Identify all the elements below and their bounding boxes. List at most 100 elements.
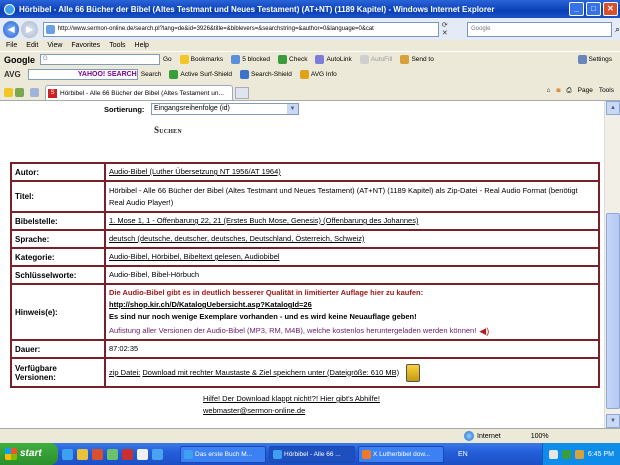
- language-indicator[interactable]: EN: [458, 451, 468, 458]
- row-label: Titel:: [10, 180, 106, 213]
- settings-button[interactable]: Settings: [577, 55, 612, 64]
- versions-value: zip Datei: Download mit rechter Maustast…: [104, 357, 600, 389]
- active-surf-shield[interactable]: Active Surf-Shield: [169, 69, 232, 79]
- all-versions-link[interactable]: Aufistung aller Versionen der Audio-Bibe…: [109, 326, 476, 335]
- zip-archive-icon[interactable]: [406, 363, 421, 382]
- google-search-input[interactable]: G: [40, 54, 160, 65]
- avg-toolbar: AVG YAHOO! SEARCH Search Active Surf-Shi…: [0, 67, 620, 81]
- tray-icon[interactable]: [548, 449, 558, 459]
- bookmarks-label: Bookmarks: [190, 56, 224, 63]
- search-icon[interactable]: ⌕: [615, 24, 620, 35]
- task-lutherbibel[interactable]: X Lutherbibel dow...: [358, 445, 444, 463]
- bible-passage-link[interactable]: 1. Mose 1, 1 - Offenbarung 22, 21 (Erste…: [104, 211, 600, 231]
- autofill-button[interactable]: AutoFill: [359, 55, 393, 64]
- category-link[interactable]: Audio-Bibel, Hörbibel, Bibeltext gelesen…: [104, 247, 600, 267]
- zoom-level[interactable]: 100%: [531, 433, 549, 440]
- avg-logo: AVG: [4, 69, 21, 79]
- menu-edit[interactable]: Edit: [26, 42, 38, 49]
- scroll-up-icon[interactable]: ▲: [606, 101, 620, 115]
- menu-tools[interactable]: Tools: [109, 42, 125, 49]
- media-quicklaunch-icon[interactable]: [92, 448, 103, 460]
- tab-hoerbibel[interactable]: S Hörbibel - Alle 66 Bücher der Bibel (A…: [45, 84, 233, 100]
- check-label: Check: [289, 56, 308, 63]
- zip-label[interactable]: zip Datei:: [109, 368, 140, 377]
- bookmarks-button[interactable]: Bookmarks: [179, 55, 224, 64]
- popup-icon: [231, 55, 241, 64]
- new-tab-button[interactable]: [235, 86, 249, 99]
- autofill-label: AutoFill: [370, 56, 393, 63]
- row-label: Kategorie:: [10, 247, 106, 267]
- scroll-down-icon[interactable]: ▼: [606, 414, 620, 428]
- sendto-label: Send to: [411, 56, 434, 63]
- ie-icon: [4, 3, 15, 15]
- ie-quicklaunch-icon[interactable]: [62, 448, 73, 460]
- autolink-label: AutoLink: [326, 56, 352, 63]
- sendto-button[interactable]: Send to: [400, 55, 434, 64]
- maximize-button[interactable]: □: [586, 2, 601, 16]
- shop-link[interactable]: http://shop.kir.ch/D/KatalogUebersicht.a…: [109, 299, 595, 311]
- help-link[interactable]: Hilfe! Der Download klappt nicht!?! Hier…: [203, 394, 380, 403]
- star-icon: [179, 55, 189, 64]
- scroll-thumb[interactable]: [606, 213, 620, 409]
- row-label: Hinweis(e):: [10, 282, 106, 342]
- speaker-icon[interactable]: ◀): [479, 325, 489, 337]
- menu-view[interactable]: View: [47, 42, 62, 49]
- app-quicklaunch-icon[interactable]: [107, 448, 118, 460]
- close-button[interactable]: ✕: [603, 2, 618, 16]
- refresh-icon[interactable]: ⟳ ✕: [442, 21, 455, 37]
- menu-file[interactable]: File: [6, 42, 17, 49]
- start-button[interactable]: start: [0, 443, 58, 465]
- system-tray: 6:45 PM: [541, 443, 620, 465]
- menu-favorites[interactable]: Favorites: [71, 42, 100, 49]
- quick-tabs-icon[interactable]: [30, 88, 39, 97]
- notes-line-buy: Die Audio-Bibel gibt es in deutlich bess…: [109, 288, 424, 297]
- avg-search-button[interactable]: Search: [141, 71, 162, 78]
- app4-quicklaunch-icon[interactable]: [152, 448, 163, 460]
- feeds-icon[interactable]: ◙: [556, 87, 560, 94]
- task-hoerbibel[interactable]: Hörbibel - Alle 66 ...: [269, 445, 355, 463]
- app3-quicklaunch-icon[interactable]: [137, 448, 148, 460]
- window-title: Hörbibel - Alle 66 Bücher der Bibel (Alt…: [19, 4, 495, 14]
- vertical-scrollbar[interactable]: ▲ ▼: [604, 101, 620, 428]
- menu-help[interactable]: Help: [135, 42, 149, 49]
- task-das-erste-buch[interactable]: Das erste Buch M...: [180, 445, 266, 463]
- app2-quicklaunch-icon[interactable]: [122, 448, 133, 460]
- duration-value: 87:02:35: [104, 339, 600, 360]
- address-field[interactable]: http://www.sermon-online.de/search.pl?la…: [42, 21, 439, 37]
- author-link[interactable]: Audio-Bibel (Luther Übersetzung NT 1956/…: [104, 162, 600, 182]
- google-go-button[interactable]: Go: [163, 56, 172, 63]
- page-menu[interactable]: Page: [578, 87, 593, 94]
- language-link[interactable]: deutsch (deutsche, deutscher, deutsches,…: [104, 229, 600, 249]
- back-button[interactable]: ◀: [3, 20, 20, 38]
- address-row: ◀ ▶ http://www.sermon-online.de/search.p…: [0, 18, 620, 40]
- wrench-icon: [577, 55, 587, 64]
- home-icon[interactable]: ⌂: [547, 87, 551, 94]
- title-bar: Hörbibel - Alle 66 Bücher der Bibel (Alt…: [0, 0, 620, 18]
- download-link[interactable]: Download mit rechter Maustaste & Ziel sp…: [142, 368, 399, 377]
- avg-info-button[interactable]: AVG Info: [299, 69, 337, 79]
- add-favorite-icon[interactable]: [15, 88, 24, 97]
- search-input[interactable]: Google: [467, 21, 612, 37]
- search-button[interactable]: Suchen: [154, 125, 182, 135]
- autolink-button[interactable]: AutoLink: [315, 55, 352, 64]
- sort-select[interactable]: Eingangsreihenfolge (id) ▼: [151, 103, 299, 115]
- favorites-star-icon[interactable]: [4, 88, 13, 97]
- table-row: Kategorie: Audio-Bibel, Hörbibel, Bibelt…: [10, 247, 600, 267]
- search-shield[interactable]: Search-Shield: [240, 69, 292, 79]
- avg-tray-icon[interactable]: [561, 449, 571, 459]
- spellcheck-button[interactable]: Check: [278, 55, 307, 64]
- table-row: Titel: Hörbibel - Alle 66 Bücher der Bib…: [10, 180, 600, 213]
- popup-blocked[interactable]: 5 blocked: [231, 55, 270, 64]
- menu-bar: File Edit View Favorites Tools Help: [0, 40, 620, 52]
- yahoo-search-input[interactable]: YAHOO! SEARCH: [27, 68, 138, 80]
- forward-button[interactable]: ▶: [21, 20, 38, 38]
- blocked-label: 5 blocked: [242, 56, 271, 63]
- volume-icon[interactable]: [574, 449, 584, 459]
- tools-menu[interactable]: Tools: [599, 87, 614, 94]
- sort-label: Sortierung:: [104, 105, 145, 114]
- print-icon[interactable]: ⎙: [566, 87, 571, 95]
- webmaster-email-link[interactable]: webmaster@sermon-online.de: [203, 406, 305, 415]
- versions-label-line1: Verfügbare: [15, 363, 57, 373]
- minimize-button[interactable]: _: [569, 2, 584, 16]
- folder-quicklaunch-icon[interactable]: [77, 448, 88, 460]
